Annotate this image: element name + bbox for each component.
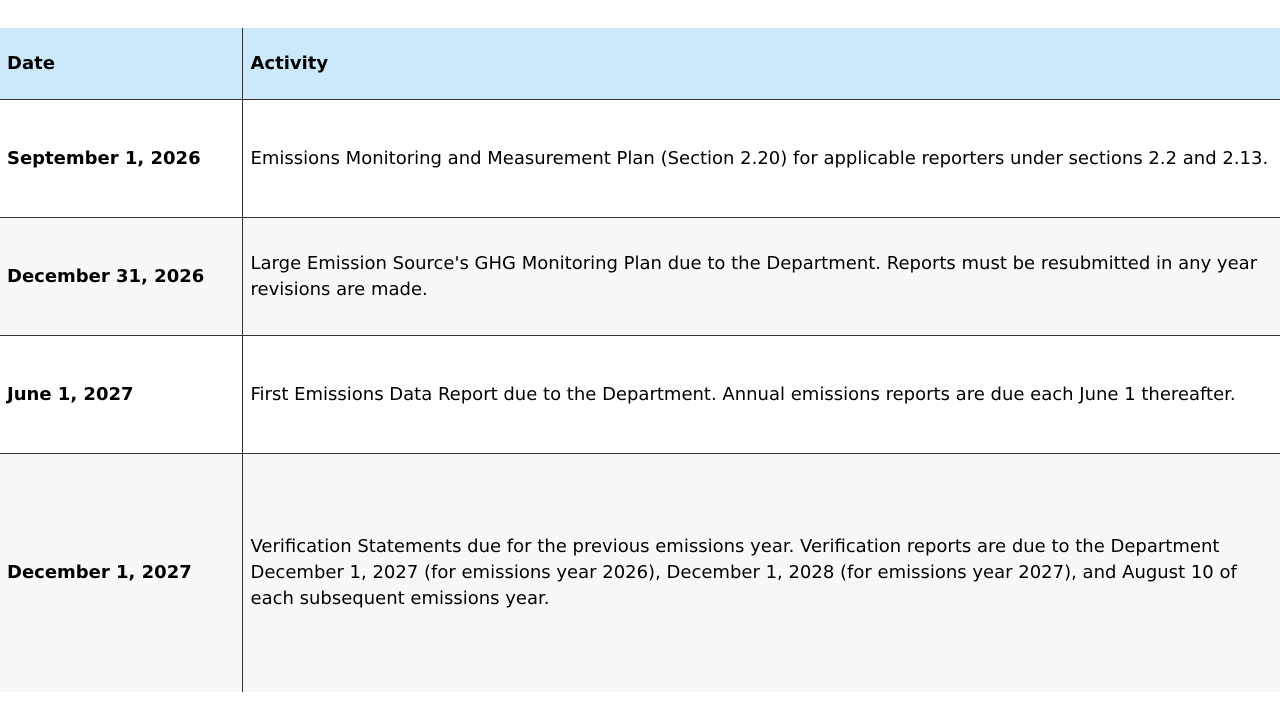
row-date: June 1, 2027 (0, 335, 243, 454)
table-row: June 1, 2027 First Emissions Data Report… (0, 335, 1280, 454)
row-date: December 1, 2027 (0, 453, 243, 692)
reporting-schedule-table: Date Activity September 1, 2026 Emission… (0, 28, 1280, 692)
table-row: December 31, 2026 Large Emission Source'… (0, 217, 1280, 336)
row-activity: Large Emission Source's GHG Monitoring P… (242, 217, 1280, 336)
table-header-row: Date Activity (0, 28, 1280, 100)
page: Date Activity September 1, 2026 Emission… (0, 0, 1280, 720)
row-date: December 31, 2026 (0, 217, 243, 336)
table-row: December 1, 2027 Verification Statements… (0, 453, 1280, 692)
table-row: September 1, 2026 Emissions Monitoring a… (0, 99, 1280, 218)
header-activity: Activity (242, 28, 1280, 100)
row-activity: Emissions Monitoring and Measurement Pla… (242, 99, 1280, 218)
row-activity: First Emissions Data Report due to the D… (242, 335, 1280, 454)
row-activity: Verification Statements due for the prev… (242, 453, 1280, 692)
row-date: September 1, 2026 (0, 99, 243, 218)
header-date: Date (0, 28, 243, 100)
